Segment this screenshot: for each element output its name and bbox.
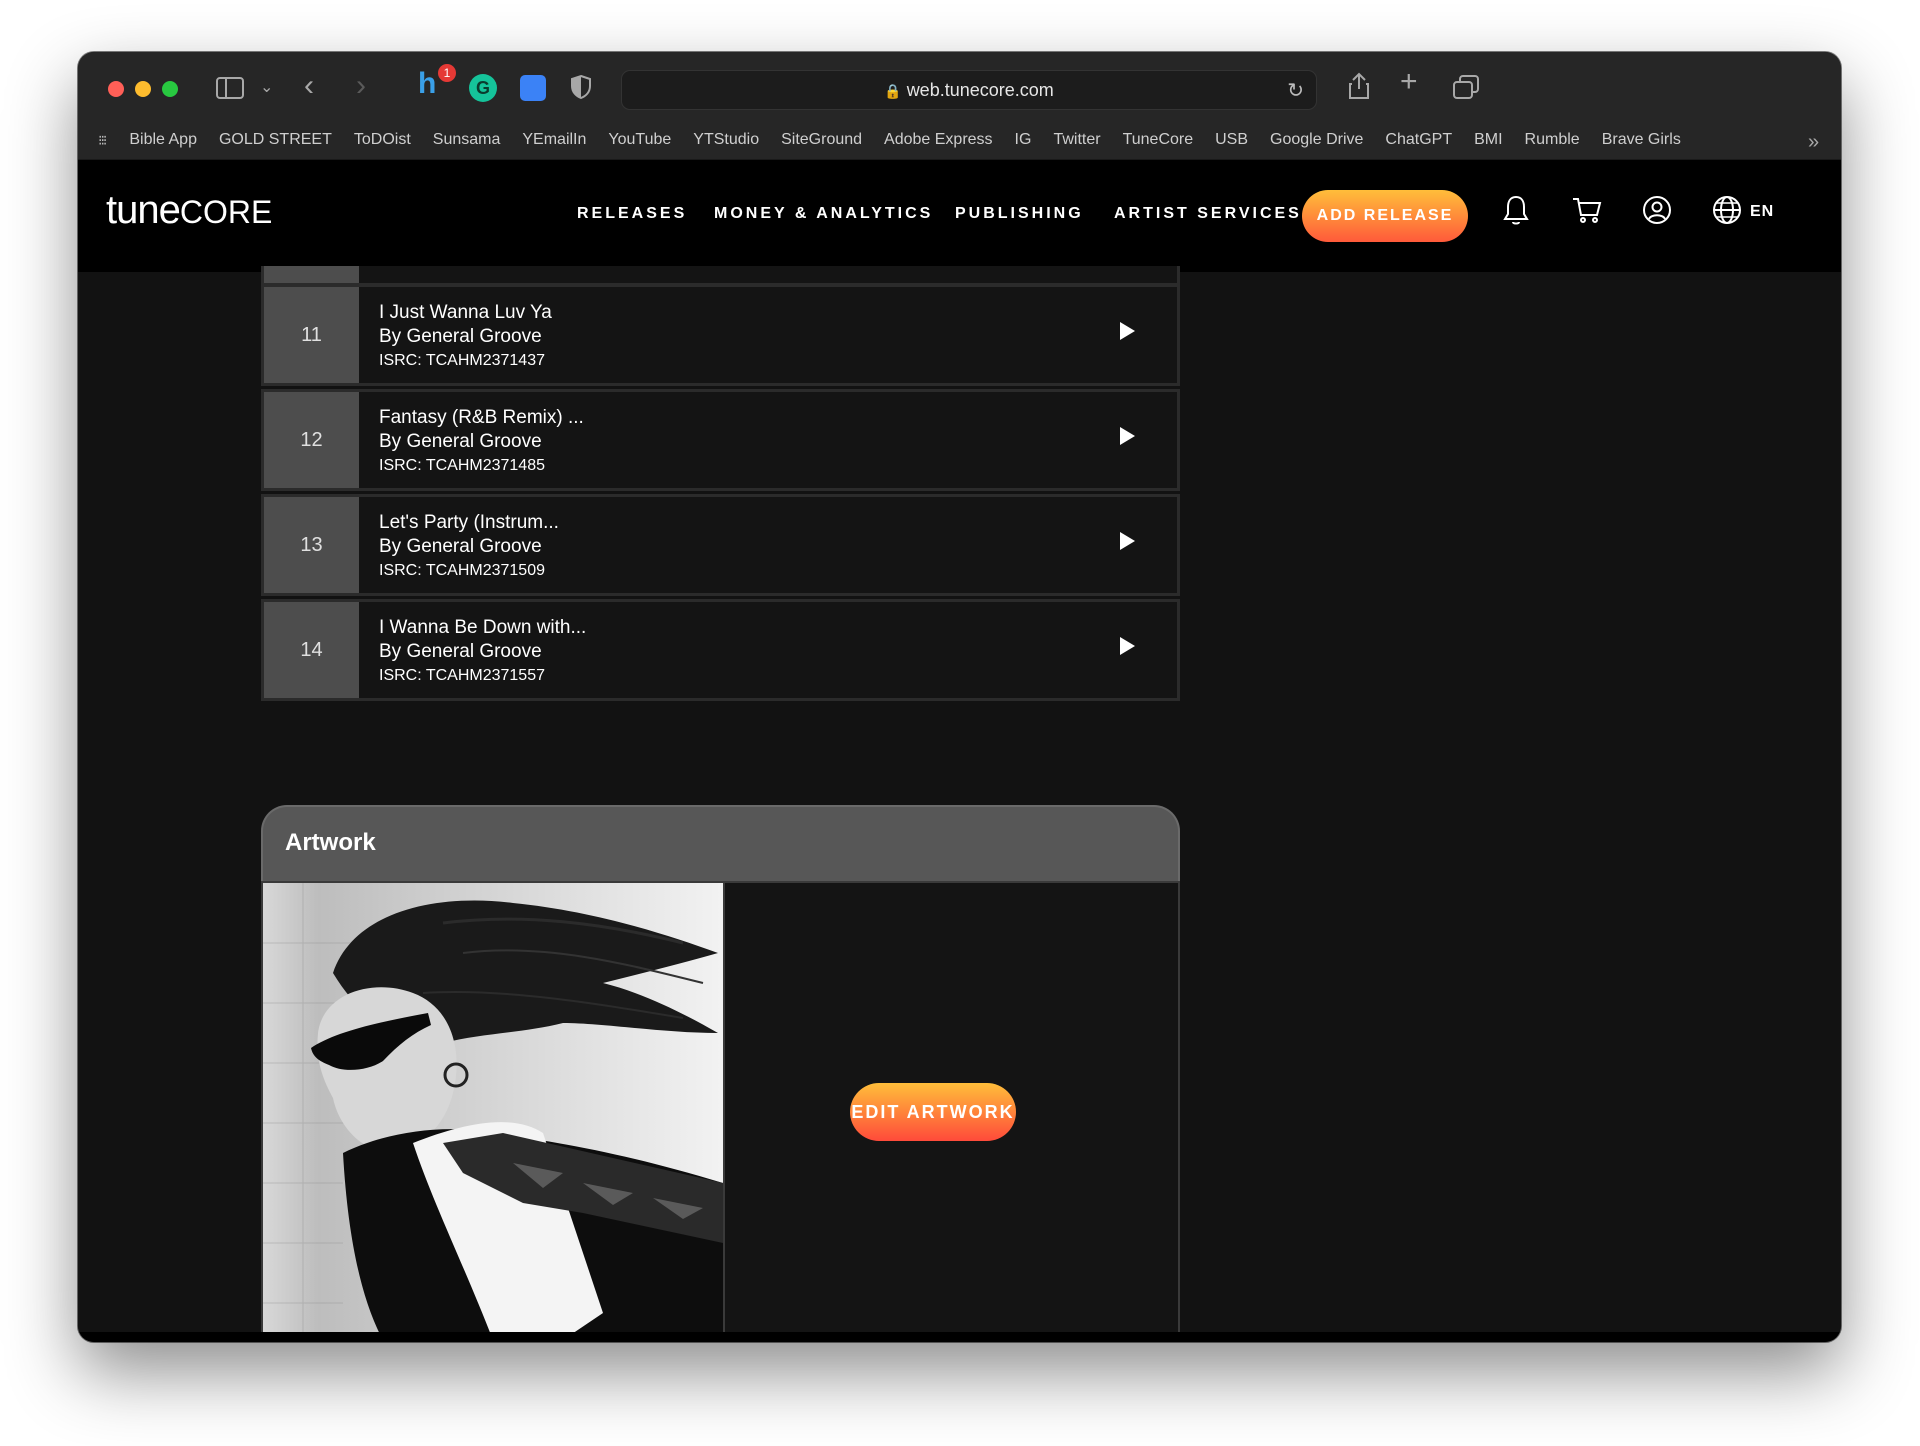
play-icon[interactable]	[1120, 532, 1135, 550]
minimize-window-button[interactable]	[135, 81, 151, 97]
bookmark-item[interactable]: YTStudio	[693, 131, 759, 149]
track-row-partial	[261, 266, 1180, 286]
artwork-title: Artwork	[285, 829, 376, 856]
track-row: 11 I Just Wanna Luv Ya By General Groove…	[261, 284, 1180, 386]
nav-publishing[interactable]: PUBLISHING	[955, 205, 1084, 223]
main-content: 11 I Just Wanna Luv Ya By General Groove…	[78, 266, 1841, 1342]
shield-icon[interactable]	[570, 74, 592, 105]
track-number: 12	[264, 392, 359, 488]
chevron-down-icon[interactable]: ⌄	[260, 76, 273, 100]
tunecore-logo[interactable]: tuneCORE	[106, 188, 272, 233]
honey-extension-icon[interactable]: h	[418, 69, 436, 99]
address-bar[interactable]: 🔒 web.tunecore.com ↻	[621, 70, 1317, 110]
track-artist: By General Groove	[379, 326, 542, 347]
track-isrc: ISRC: TCAHM2371557	[379, 667, 545, 684]
bookmarks-bar: ⁝⁝⁝ Bible App GOLD STREET ToDOist Sunsam…	[98, 128, 1703, 152]
track-isrc: ISRC: TCAHM2371509	[379, 562, 545, 579]
notes-extension-icon[interactable]	[520, 75, 546, 101]
artwork-header: Artwork	[261, 805, 1180, 881]
edit-artwork-button[interactable]: EDIT ARTWORK	[850, 1083, 1016, 1141]
bookmark-item[interactable]: YEmailIn	[522, 131, 586, 149]
bookmark-item[interactable]: Google Drive	[1270, 131, 1363, 149]
bookmark-item[interactable]: Brave Girls	[1602, 131, 1681, 149]
artwork-body: EDIT ARTWORK	[261, 881, 1180, 1342]
back-icon[interactable]: ‹	[304, 71, 314, 101]
track-row: 12 Fantasy (R&B Remix) ... By General Gr…	[261, 389, 1180, 491]
bell-icon[interactable]	[1501, 194, 1531, 232]
track-artist: By General Groove	[379, 431, 542, 452]
nav-artist-services[interactable]: ARTIST SERVICES	[1114, 205, 1302, 223]
globe-icon[interactable]	[1711, 194, 1743, 232]
share-icon[interactable]	[1347, 72, 1371, 105]
nav-money-analytics[interactable]: MONEY & ANALYTICS	[714, 205, 933, 223]
track-artist: By General Groove	[379, 536, 542, 557]
bookmark-item[interactable]: Sunsama	[433, 131, 501, 149]
track-row: 14 I Wanna Be Down with... By General Gr…	[261, 599, 1180, 701]
bookmark-item[interactable]: YouTube	[608, 131, 671, 149]
reload-icon[interactable]: ↻	[1287, 78, 1304, 103]
bookmark-item[interactable]: GOLD STREET	[219, 131, 332, 149]
new-tab-icon[interactable]: +	[1400, 67, 1418, 97]
tab-overview-icon[interactable]	[1452, 74, 1480, 105]
bookmark-item[interactable]: ToDOist	[354, 131, 411, 149]
account-icon[interactable]	[1641, 194, 1673, 232]
apps-grid-icon[interactable]: ⁝⁝⁝	[98, 132, 107, 149]
cart-icon[interactable]	[1571, 194, 1603, 232]
album-artwork-image	[263, 883, 725, 1340]
logo-tune: tune	[106, 188, 181, 232]
grammarly-extension-icon[interactable]: G	[469, 74, 497, 102]
track-number: 13	[264, 497, 359, 593]
artwork-panel: Artwork EDIT ARTWORK	[261, 805, 1180, 1342]
track-title: I Wanna Be Down with...	[379, 617, 587, 638]
play-icon[interactable]	[1120, 427, 1135, 445]
track-number: 11	[264, 287, 359, 383]
bookmark-item[interactable]: Bible App	[129, 131, 197, 149]
maximize-window-button[interactable]	[162, 81, 178, 97]
url-text: web.tunecore.com	[906, 80, 1054, 100]
play-icon[interactable]	[1120, 637, 1135, 655]
track-title: Let's Party (Instrum...	[379, 512, 559, 533]
bookmark-item[interactable]: BMI	[1474, 131, 1502, 149]
browser-window: ⌄ ‹ › h 1 G 🔒 web.tunecore.com ↻ + ⁝⁝⁝ B…	[78, 52, 1841, 1342]
lock-icon: 🔒	[884, 83, 902, 99]
page-bottom-edge	[78, 1332, 1841, 1342]
add-release-button[interactable]: ADD RELEASE	[1302, 190, 1468, 242]
track-title: Fantasy (R&B Remix) ...	[379, 407, 584, 428]
track-number: 14	[264, 602, 359, 698]
track-isrc: ISRC: TCAHM2371437	[379, 352, 545, 369]
language-selector[interactable]: EN	[1750, 203, 1774, 221]
site-header: tuneCORE RELEASES MONEY & ANALYTICS PUBL…	[78, 160, 1841, 272]
more-bookmarks-icon[interactable]: »	[1808, 130, 1819, 154]
track-title: I Just Wanna Luv Ya	[379, 302, 552, 323]
track-row: 13 Let's Party (Instrum... By General Gr…	[261, 494, 1180, 596]
extension-badge: 1	[438, 64, 456, 82]
bookmark-item[interactable]: Rumble	[1525, 131, 1580, 149]
close-window-button[interactable]	[108, 81, 124, 97]
browser-toolbar: ⌄ ‹ › h 1 G 🔒 web.tunecore.com ↻ + ⁝⁝⁝ B…	[78, 52, 1841, 160]
bookmark-item[interactable]: Adobe Express	[884, 131, 993, 149]
bookmark-item[interactable]: TuneCore	[1123, 131, 1194, 149]
bookmark-item[interactable]: IG	[1015, 131, 1032, 149]
bookmark-item[interactable]: ChatGPT	[1385, 131, 1452, 149]
bookmark-item[interactable]: Twitter	[1053, 131, 1100, 149]
play-icon[interactable]	[1120, 322, 1135, 340]
forward-icon[interactable]: ›	[356, 71, 366, 101]
track-artist: By General Groove	[379, 641, 542, 662]
bookmark-item[interactable]: USB	[1215, 131, 1248, 149]
bookmark-item[interactable]: SiteGround	[781, 131, 862, 149]
nav-releases[interactable]: RELEASES	[577, 205, 687, 223]
track-isrc: ISRC: TCAHM2371485	[379, 457, 545, 474]
logo-core: CORE	[179, 194, 273, 230]
sidebar-icon[interactable]	[216, 76, 244, 105]
